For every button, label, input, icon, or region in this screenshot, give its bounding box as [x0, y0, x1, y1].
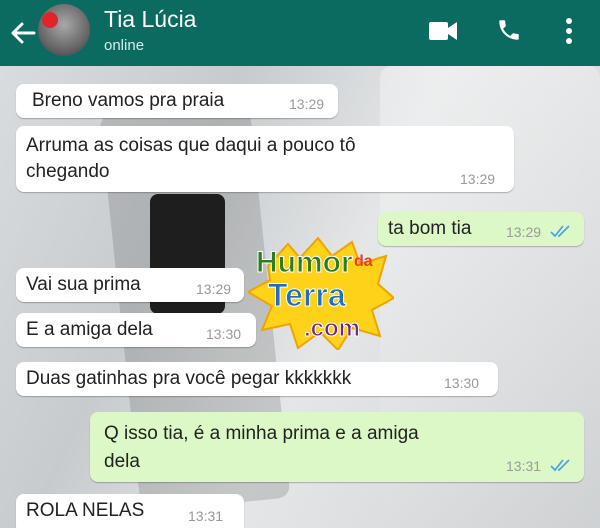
message-time: 13:29: [196, 281, 232, 297]
back-arrow-icon[interactable]: [8, 18, 38, 48]
contact-status: online: [104, 37, 145, 54]
message-text: Duas gatinhas pra você pegar kkkkkkk: [26, 368, 352, 389]
avatar-red-dot: [42, 12, 58, 28]
read-ticks-icon: [550, 225, 570, 238]
read-ticks-icon: [550, 459, 570, 472]
message-incoming[interactable]: E a amiga dela 13:30: [16, 313, 256, 347]
message-time: 13:30: [444, 375, 480, 391]
message-text: Breno vamos pra praia: [32, 90, 225, 111]
message-time: 13:29: [506, 224, 542, 240]
logo-word-da: da: [354, 253, 373, 270]
message-text-line2: dela: [104, 451, 140, 472]
message-text: ROLA NELAS: [26, 500, 145, 521]
more-vertical-icon[interactable]: [564, 17, 574, 45]
chat-header: Tia Lúcia online: [0, 0, 600, 66]
message-text-line2: chegando: [26, 161, 110, 182]
logo-word-terra: Terra: [268, 277, 346, 313]
message-time: 13:31: [188, 508, 224, 524]
message-incoming[interactable]: Vai sua prima 13:29: [16, 268, 244, 302]
message-time: 13:30: [206, 326, 242, 342]
message-incoming[interactable]: Arruma as coisas que daqui a pouco tô ch…: [16, 126, 514, 192]
message-time: 13:31: [506, 458, 542, 474]
message-outgoing[interactable]: ta bom tia 13:29: [378, 212, 584, 246]
phone-icon[interactable]: [496, 17, 522, 43]
message-time: 13:29: [289, 96, 325, 112]
message-time: 13:29: [460, 171, 496, 187]
message-incoming[interactable]: ROLA NELAS 13:31: [16, 494, 244, 528]
message-outgoing[interactable]: Q isso tia, é a minha prima e a amiga de…: [90, 412, 584, 482]
logo-word-humor: Humor: [256, 246, 353, 279]
message-text: ta bom tia: [388, 218, 472, 239]
logo-word-com: .com: [304, 315, 360, 342]
message-text-line1: Q isso tia, é a minha prima e a amiga: [104, 423, 419, 444]
video-call-icon[interactable]: [428, 20, 458, 42]
humor-da-terra-logo: Humor da Terra .com: [248, 236, 394, 350]
message-text: E a amiga dela: [26, 319, 153, 340]
message-text-line1: Arruma as coisas que daqui a pouco tô: [26, 135, 356, 156]
message-incoming[interactable]: Breno vamos pra praia 13:29: [16, 84, 338, 118]
avatar[interactable]: [38, 4, 90, 56]
message-text: Vai sua prima: [26, 274, 141, 295]
contact-name[interactable]: Tia Lúcia: [104, 6, 196, 33]
message-incoming[interactable]: Duas gatinhas pra você pegar kkkkkkk 13:…: [16, 362, 498, 396]
